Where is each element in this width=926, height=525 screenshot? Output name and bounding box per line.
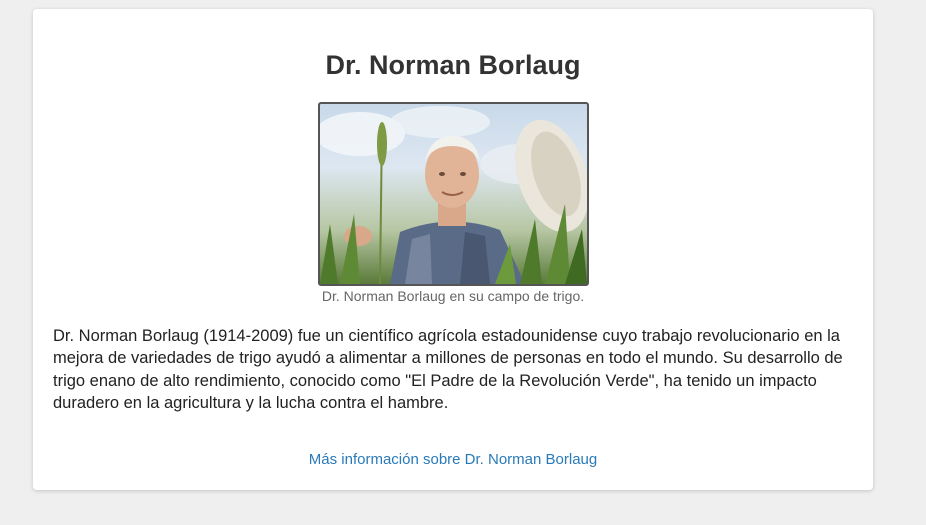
portrait-photo: [318, 102, 589, 286]
biography-paragraph: Dr. Norman Borlaug (1914-2009) fue un ci…: [53, 327, 843, 412]
content-card: Dr. Norman Borlaug Dr. Norman Borlaug en…: [33, 9, 873, 490]
page-title: Dr. Norman Borlaug: [325, 50, 581, 80]
photo-caption: Dr. Norman Borlaug en su campo de trigo.: [321, 288, 585, 304]
more-info-link[interactable]: Más información sobre Dr. Norman Borlaug: [33, 451, 873, 469]
portrait-photo-illustration: [320, 106, 587, 284]
